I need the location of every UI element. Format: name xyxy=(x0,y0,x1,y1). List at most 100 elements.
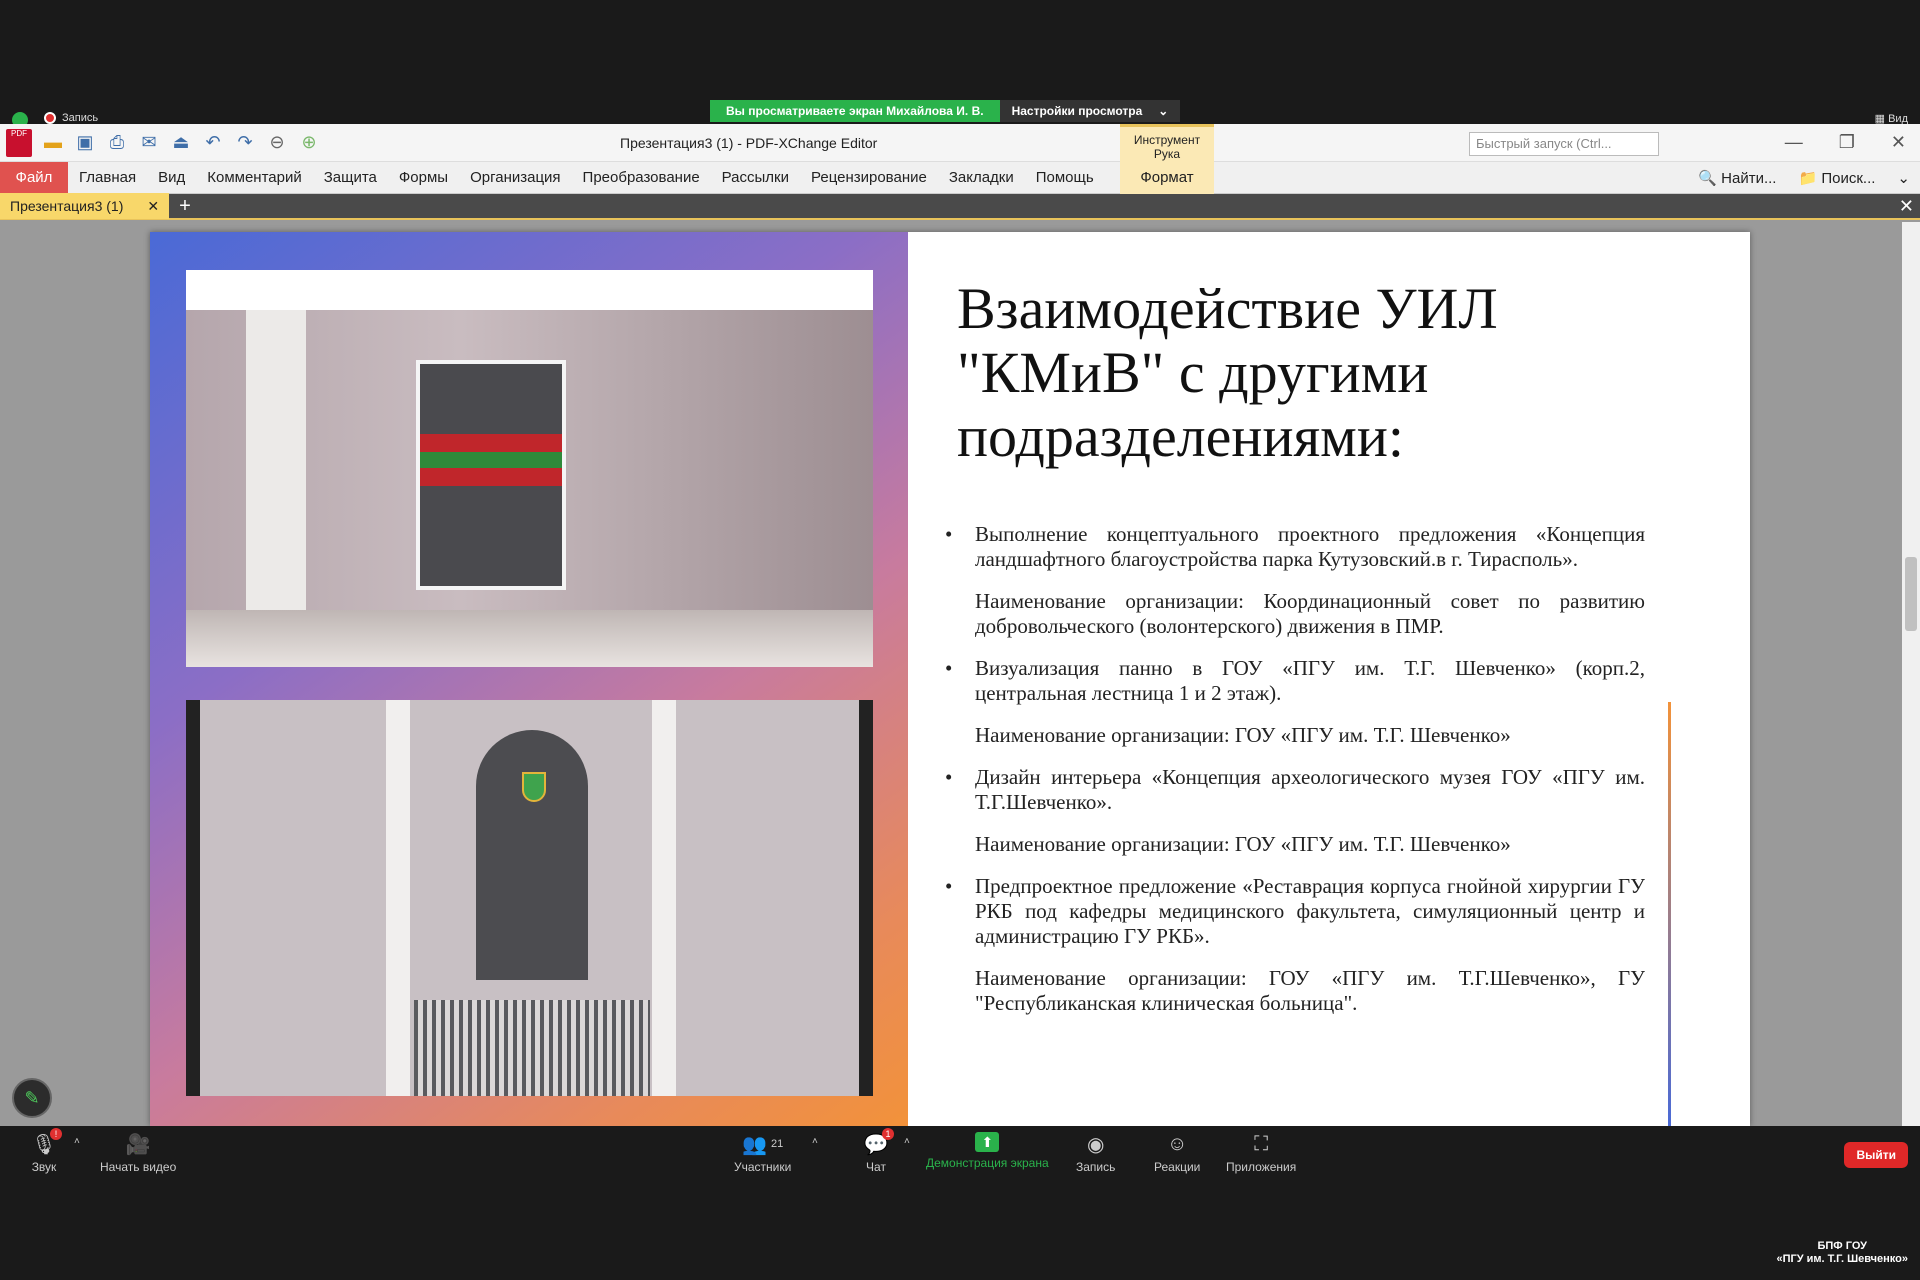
meeting-toolbar: 🎙! Звук ˄ 🎥 Начать видео 👥 21 Участники ˄… xyxy=(0,1126,1920,1196)
participants-button[interactable]: 👥 21 Участники xyxy=(734,1132,792,1175)
menu-convert[interactable]: Преобразование xyxy=(572,169,711,186)
bullet-text: Дизайн интерьера «Концепция археологичес… xyxy=(975,765,1645,814)
app-logo-icon[interactable]: PDF xyxy=(6,128,32,157)
audio-button[interactable]: 🎙! Звук xyxy=(30,1128,62,1174)
audio-label: Звук xyxy=(31,1160,57,1174)
list-item: • Выполнение концептуального проектного … xyxy=(945,522,1645,572)
pdf-editor-window: PDF ▬ ▣ ⎙ ✉ ⏏ ↶ ↷ ⊖ ⊕ Презентация3 (1) -… xyxy=(0,124,1920,1126)
document-view[interactable]: Взаимодействие УИЛ "КМиВ" с другими подр… xyxy=(0,222,1920,1126)
organization-text: Наименование организации: ГОУ «ПГУ им. Т… xyxy=(975,832,1511,856)
back-icon[interactable]: ⊖ xyxy=(266,132,288,154)
quick-access-toolbar: PDF ▬ ▣ ⎙ ✉ ⏏ ↶ ↷ ⊖ ⊕ xyxy=(0,128,320,157)
slide-title: Взаимодействие УИЛ "КМиВ" с другими подр… xyxy=(957,276,1498,469)
bullet-text: Предпроектное предложение «Реставрация к… xyxy=(975,874,1645,948)
leave-button[interactable]: Выйти xyxy=(1844,1142,1908,1168)
accent-divider-line xyxy=(1668,702,1671,1126)
screen-share-banner: Вы просматриваете экран Михайлова И. В. … xyxy=(710,100,1181,122)
window-title: Презентация3 (1) - PDF-XChange Editor xyxy=(620,135,878,151)
redo-icon[interactable]: ↷ xyxy=(234,132,256,154)
bullet-dot-icon: • xyxy=(945,522,953,546)
menu-comment[interactable]: Комментарий xyxy=(196,169,312,186)
close-icon[interactable]: ✕ xyxy=(1891,132,1906,153)
reactions-label: Реакции xyxy=(1154,1160,1201,1174)
arch-niche-image xyxy=(476,730,588,980)
record-icon: ◉ xyxy=(1086,1133,1105,1156)
video-off-icon: 🎥 xyxy=(125,1133,151,1156)
bullet-text: Выполнение концептуального проектного пр… xyxy=(975,522,1645,571)
participants-caret-icon[interactable]: ˄ xyxy=(812,1136,818,1147)
hand-tool-context-tab[interactable]: Инструмент Рука xyxy=(1120,124,1214,162)
collapse-ribbon-icon[interactable]: ⌄ xyxy=(1897,169,1910,187)
organization-text: Наименование организации: ГОУ «ПГУ им. Т… xyxy=(975,966,1645,1015)
pen-icon: ✎ xyxy=(24,1087,40,1108)
restore-icon[interactable]: ❐ xyxy=(1839,132,1855,153)
apps-button[interactable]: ⛶ Приложения xyxy=(1226,1132,1297,1175)
apps-label: Приложения xyxy=(1226,1160,1297,1174)
menu-forms[interactable]: Формы xyxy=(388,169,459,186)
forward-icon[interactable]: ⊕ xyxy=(298,132,320,154)
tab-close-icon[interactable]: ✕ xyxy=(147,198,159,215)
document-tab-label: Презентация3 (1) xyxy=(10,198,124,214)
save-icon[interactable]: ▣ xyxy=(74,132,96,154)
bullet-dot-icon: • xyxy=(945,765,953,789)
print-icon[interactable]: ⎙ xyxy=(106,132,128,154)
menu-mailings[interactable]: Рассылки xyxy=(711,169,800,186)
menu-format[interactable]: Формат xyxy=(1120,161,1214,194)
record-label: Запись xyxy=(1076,1160,1116,1174)
ribbon-right-tools: 🔍 Найти... 📁 Поиск... ⌄ xyxy=(1698,169,1910,187)
chat-caret-icon[interactable]: ˄ xyxy=(904,1136,910,1147)
new-tab-icon[interactable]: + xyxy=(169,195,201,218)
list-item: • Визуализация панно в ГОУ «ПГУ им. Т.Г.… xyxy=(945,656,1645,706)
share-label: Демонстрация экрана xyxy=(926,1156,1049,1170)
watermark-line2: «ПГУ им. Т.Г. Шевченко» xyxy=(1776,1253,1908,1265)
slide-page: Взаимодействие УИЛ "КМиВ" с другими подр… xyxy=(150,232,1750,1126)
museum-interior-render-image xyxy=(186,700,873,1096)
participants-icon: 👥 21 xyxy=(742,1133,784,1156)
menu-protect[interactable]: Защита xyxy=(313,169,388,186)
title-bar: PDF ▬ ▣ ⎙ ✉ ⏏ ↶ ↷ ⊖ ⊕ Презентация3 (1) -… xyxy=(0,124,1920,162)
hall-panel-render-image xyxy=(186,270,873,667)
email-icon[interactable]: ✉ xyxy=(138,132,160,154)
microphone-icon: 🎙! xyxy=(30,1128,62,1156)
minimize-icon[interactable]: — xyxy=(1785,132,1803,153)
participants-label: Участники xyxy=(734,1160,792,1174)
audio-options-caret-icon[interactable]: ˄ xyxy=(74,1136,80,1147)
scrollbar-thumb[interactable] xyxy=(1905,557,1917,631)
bullet-list: • Выполнение концептуального проектного … xyxy=(945,522,1645,1033)
recording-indicator: Запись xyxy=(44,112,98,124)
menu-bookmarks[interactable]: Закладки xyxy=(938,169,1025,186)
chat-button[interactable]: 💬 1 Чат xyxy=(862,1128,894,1174)
scan-icon[interactable]: ⏏ xyxy=(170,132,192,154)
quick-launch-input[interactable]: Быстрый запуск (Ctrl... xyxy=(1469,132,1659,156)
document-tab[interactable]: Презентация3 (1) ✕ xyxy=(0,193,170,219)
share-screen-button[interactable]: ⬆ Демонстрация экрана xyxy=(926,1132,1049,1170)
ribbon-menu: Файл Главная Вид Комментарий Защита Форм… xyxy=(0,161,1920,194)
organization-text: Наименование организации: ГОУ «ПГУ им. Т… xyxy=(975,723,1511,747)
menu-organize[interactable]: Организация xyxy=(459,169,571,186)
list-item: • Предпроектное предложение «Реставрация… xyxy=(945,874,1645,949)
view-settings-label: Настройки просмотра xyxy=(1011,104,1143,118)
vertical-scrollbar[interactable] xyxy=(1902,222,1920,1126)
menu-review[interactable]: Рецензирование xyxy=(800,169,938,186)
search-button[interactable]: 📁 Поиск... xyxy=(1798,169,1875,187)
reactions-button[interactable]: ☺ Реакции xyxy=(1154,1132,1201,1175)
video-label: Начать видео xyxy=(100,1160,177,1174)
find-button[interactable]: 🔍 Найти... xyxy=(1698,169,1776,187)
bullet-text: Визуализация панно в ГОУ «ПГУ им. Т.Г. Ш… xyxy=(975,656,1645,705)
menu-view[interactable]: Вид xyxy=(147,169,196,186)
record-button[interactable]: ◉ Запись xyxy=(1076,1132,1116,1175)
emoji-icon: ☺ xyxy=(1166,1132,1188,1155)
chat-label: Чат xyxy=(866,1160,886,1174)
open-folder-icon[interactable]: ▬ xyxy=(42,132,64,154)
undo-icon[interactable]: ↶ xyxy=(202,132,224,154)
participants-count: 21 xyxy=(770,1138,784,1150)
annotate-pen-button[interactable]: ✎ xyxy=(12,1078,52,1118)
view-settings-button[interactable]: Настройки просмотра ⌄ xyxy=(999,100,1181,122)
close-all-tabs-icon[interactable]: ✕ xyxy=(1899,196,1914,217)
menu-help[interactable]: Помощь xyxy=(1025,169,1105,186)
menu-home[interactable]: Главная xyxy=(68,169,147,186)
start-video-button[interactable]: 🎥 Начать видео xyxy=(100,1132,177,1175)
menu-file[interactable]: Файл xyxy=(0,161,68,194)
share-screen-icon: ⬆ xyxy=(975,1132,1000,1152)
viewing-banner-text: Вы просматриваете экран Михайлова И. В. xyxy=(710,100,1000,122)
